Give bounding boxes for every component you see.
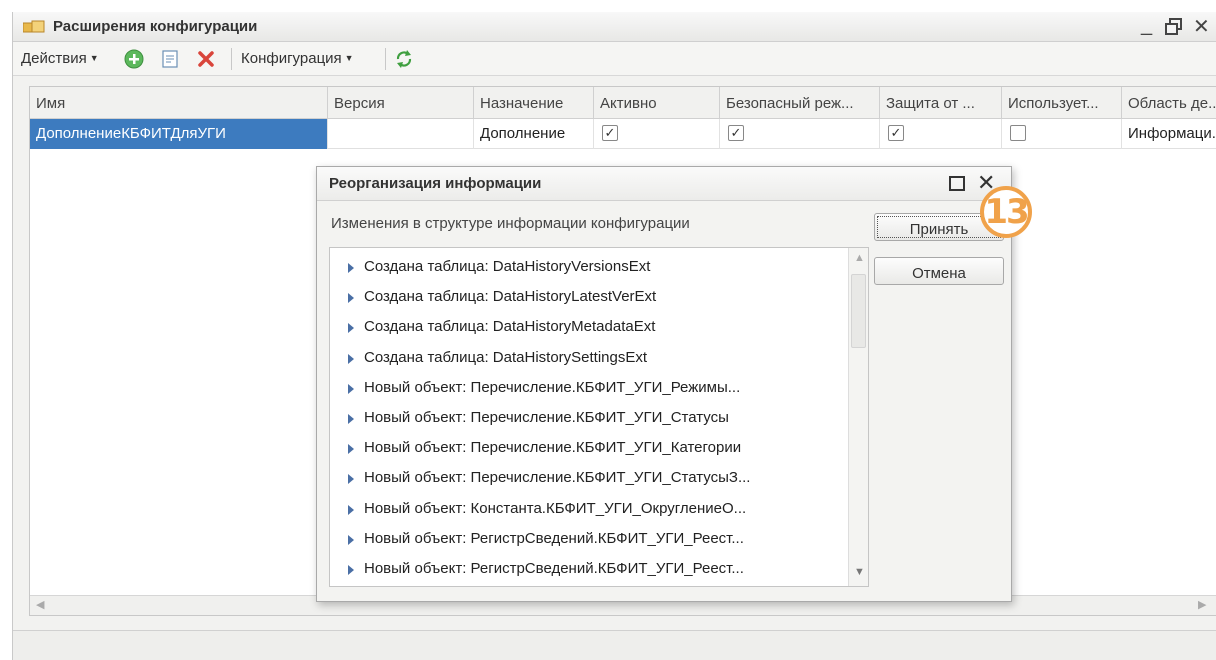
list-item-text: Новый объект: Константа.КБФИТ_УГИ_Округл… xyxy=(364,499,747,517)
cancel-button[interactable]: Отмена xyxy=(874,257,1004,285)
window-titlebar: Расширения конфигурации _ ✕ xyxy=(13,12,1216,42)
list-item[interactable]: Создана таблица: DataHistoryLatestVerExt xyxy=(330,282,846,312)
list-item-text: Создана таблица: DataHistoryMetadataExt xyxy=(364,318,656,336)
toolbar: Действия ▼ Конфигурация ▼ xyxy=(13,42,1216,76)
restore-button[interactable] xyxy=(1163,16,1185,38)
add-icon[interactable] xyxy=(123,48,145,70)
list-item-text: Новый объект: РегистрСведений.КБФИТ_УГИ_… xyxy=(364,529,744,547)
expand-arrow-icon[interactable] xyxy=(348,414,354,424)
expand-arrow-icon[interactable] xyxy=(348,534,354,545)
table-row[interactable]: ДополнениеКБФИТДляУГИ Дополнение ✓ ✓ ✓ И… xyxy=(30,119,1216,149)
expand-arrow-icon[interactable] xyxy=(348,444,354,455)
table-header: Имя Версия Назначение Активно Безопасный… xyxy=(30,87,1216,119)
expand-arrow-icon[interactable] xyxy=(348,293,354,304)
status-bar xyxy=(13,630,1216,660)
expand-arrow-icon[interactable] xyxy=(348,565,354,575)
expand-arrow-icon[interactable] xyxy=(348,353,354,364)
list-item-text: Новый объект: Перечисление.КБФИТ_УГИ_Ста… xyxy=(364,469,751,487)
list-item[interactable]: Новый объект: РегистрСведений.КБФИТ_УГИ_… xyxy=(330,524,846,554)
edit-icon[interactable] xyxy=(159,48,181,70)
extensions-icon xyxy=(23,20,45,33)
actions-menu-label: Действия xyxy=(21,50,87,67)
actions-dropdown-icon: ▼ xyxy=(89,53,99,63)
changes-list[interactable]: Создана таблица: DataHistoryVersionsExt С… xyxy=(329,247,869,587)
actions-menu[interactable]: Действия ▼ xyxy=(21,50,99,67)
expand-arrow-icon[interactable] xyxy=(348,504,354,515)
list-item[interactable]: Новый объект: Константа.КБФИТ_УГИ_Округл… xyxy=(330,494,846,524)
vertical-scrollbar[interactable]: ▲ ▼ xyxy=(848,248,868,586)
list-item[interactable]: Создана таблица: DataHistoryMetadataExt xyxy=(330,312,846,342)
list-item-text: Новый объект: РегистрСведений.КБФИТ_УГИ_… xyxy=(364,560,744,577)
list-item-text: Новый объект: Перечисление.КБФИТ_УГИ_Кат… xyxy=(364,439,742,457)
changes-label: Изменения в структуре информации конфигу… xyxy=(331,215,690,232)
configuration-menu-label: Конфигурация xyxy=(241,50,342,67)
list-item[interactable]: Создана таблица: DataHistorySettingsExt xyxy=(330,343,846,373)
dialog-titlebar: Реорганизация информации ✕ xyxy=(317,167,1011,201)
list-item[interactable]: Новый объект: Перечисление.КБФИТ_УГИ_Кат… xyxy=(330,433,846,463)
safe-mode-checkbox[interactable]: ✓ xyxy=(728,125,744,141)
expand-arrow-icon[interactable] xyxy=(348,323,354,334)
column-header-active[interactable]: Активно xyxy=(594,87,720,119)
window-title: Расширения конфигурации xyxy=(53,18,258,35)
column-header-protection[interactable]: Защита от ... xyxy=(880,87,1002,119)
delete-icon[interactable] xyxy=(195,48,217,70)
refresh-icon[interactable] xyxy=(393,48,415,70)
column-header-scope[interactable]: Область де... xyxy=(1122,87,1216,119)
active-checkbox[interactable]: ✓ xyxy=(602,125,618,141)
list-item-text: Новый объект: Перечисление.КБФИТ_УГИ_Ста… xyxy=(364,409,729,426)
cell-safe-mode[interactable]: ✓ xyxy=(720,119,880,149)
toolbar-separator xyxy=(231,48,232,70)
list-item[interactable]: Новый объект: Перечисление.КБФИТ_УГИ_Ста… xyxy=(330,403,846,433)
expand-arrow-icon[interactable] xyxy=(348,474,354,485)
protection-checkbox[interactable]: ✓ xyxy=(888,125,904,141)
scroll-down-icon[interactable]: ▼ xyxy=(854,566,865,578)
list-item[interactable]: Новый объект: Перечисление.КБФИТ_УГИ_Ста… xyxy=(330,463,846,493)
column-header-safe-mode[interactable]: Безопасный реж... xyxy=(720,87,880,119)
step-number-badge: 13 xyxy=(980,186,1032,238)
scroll-right-icon[interactable]: ▶ xyxy=(1198,598,1206,611)
column-header-version[interactable]: Версия xyxy=(328,87,474,119)
minimize-button[interactable]: _ xyxy=(1141,14,1152,37)
configuration-dropdown-icon: ▼ xyxy=(344,53,354,63)
column-header-purpose[interactable]: Назначение xyxy=(474,87,594,119)
reorganization-dialog: Реорганизация информации ✕ Изменения в с… xyxy=(316,166,1012,602)
list-item[interactable]: Новый объект: РегистрСведений.КБФИТ_УГИ_… xyxy=(330,554,846,584)
list-item[interactable]: Создана таблица: DataHistoryVersionsExt xyxy=(330,252,846,282)
list-item-text: Создана таблица: DataHistoryLatestVerExt xyxy=(364,288,657,306)
maximize-icon[interactable] xyxy=(949,176,965,191)
cell-name[interactable]: ДополнениеКБФИТДляУГИ xyxy=(30,119,328,149)
scroll-up-icon[interactable]: ▲ xyxy=(854,252,865,264)
close-window-button[interactable]: ✕ xyxy=(1193,14,1210,39)
list-item[interactable]: Новый объект: Перечисление.КБФИТ_УГИ_Реж… xyxy=(330,373,846,403)
scroll-left-icon[interactable]: ◀ xyxy=(36,598,44,611)
scroll-thumb[interactable] xyxy=(851,274,866,348)
list-item-text: Создана таблица: DataHistorySettingsExt xyxy=(364,348,648,366)
list-item-text: Новый объект: Перечисление.КБФИТ_УГИ_Реж… xyxy=(364,378,741,396)
dialog-title: Реорганизация информации xyxy=(329,175,542,192)
cell-protection[interactable]: ✓ xyxy=(880,119,1002,149)
list-item-text: Создана таблица: DataHistoryVersionsExt xyxy=(364,258,651,275)
column-header-uses[interactable]: Использует... xyxy=(1002,87,1122,119)
configuration-menu[interactable]: Конфигурация ▼ xyxy=(241,50,354,67)
cell-uses[interactable] xyxy=(1002,119,1122,149)
cell-active[interactable]: ✓ xyxy=(594,119,720,149)
uses-checkbox[interactable] xyxy=(1010,125,1026,141)
column-header-name[interactable]: Имя xyxy=(30,87,328,119)
toolbar-separator xyxy=(385,48,386,70)
expand-arrow-icon[interactable] xyxy=(348,383,354,394)
cell-scope[interactable]: Информаци... xyxy=(1122,119,1216,149)
expand-arrow-icon[interactable] xyxy=(348,263,354,273)
cell-version[interactable] xyxy=(328,119,474,149)
cell-purpose[interactable]: Дополнение xyxy=(474,119,594,149)
